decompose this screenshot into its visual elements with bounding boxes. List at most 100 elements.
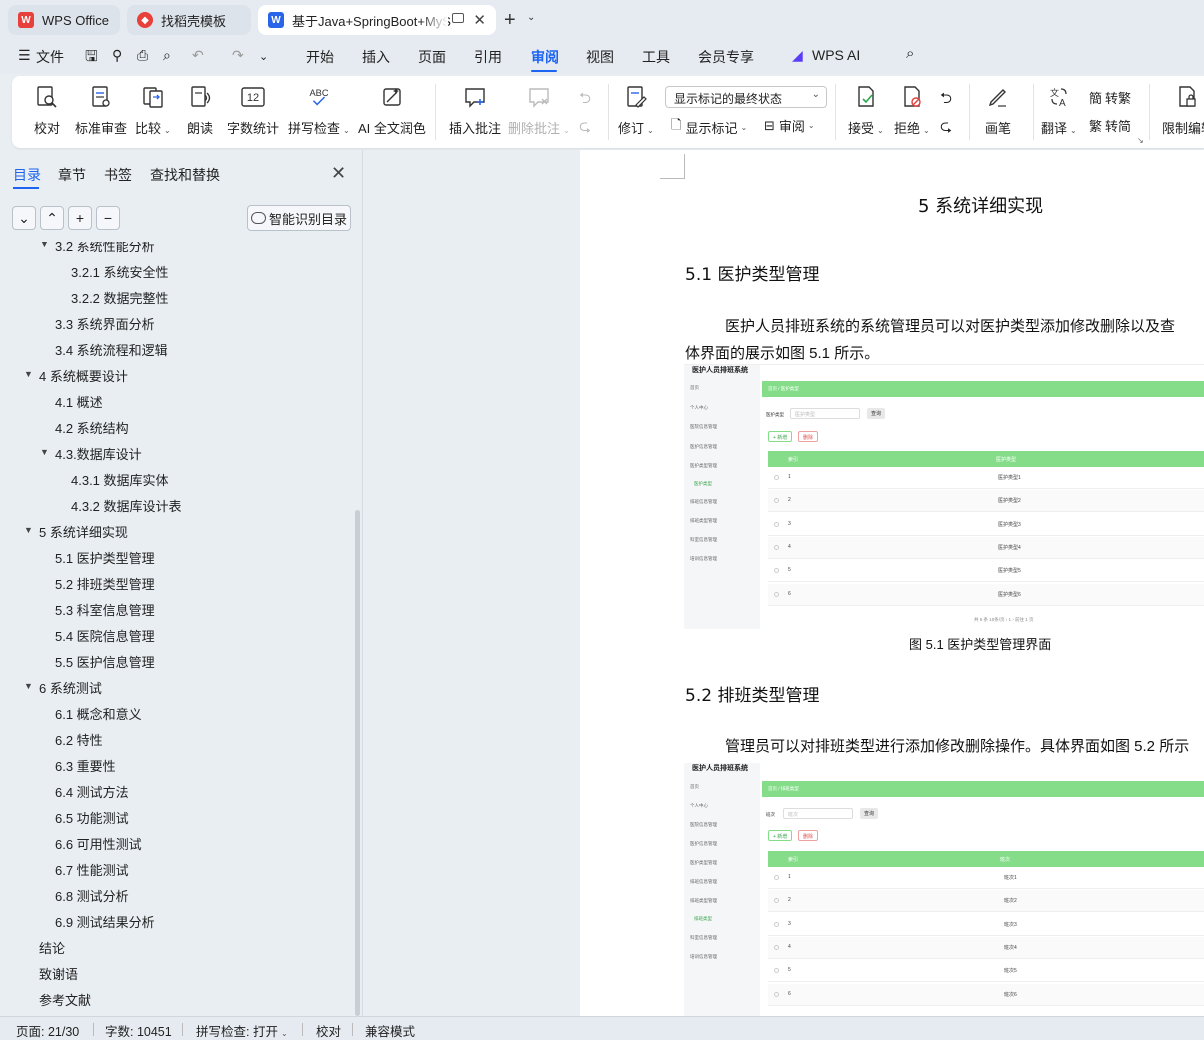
- close-pane-icon[interactable]: ✕: [331, 163, 346, 184]
- toc-item[interactable]: 6.8 测试分析: [55, 886, 129, 905]
- ai-polish-button[interactable]: AI 全文润色: [358, 84, 426, 137]
- toc-item[interactable]: 4.2 系统结构: [55, 418, 129, 437]
- tab-bookmarks[interactable]: 书签: [104, 165, 132, 185]
- search-icon[interactable]: ⌕: [906, 45, 914, 62]
- collapse-arrow-icon[interactable]: ▼: [24, 681, 33, 691]
- tab-toc[interactable]: 目录: [13, 165, 41, 185]
- to-traditional-button[interactable]: 簡 转繁: [1089, 88, 1131, 107]
- toc-item[interactable]: 5.1 医护类型管理: [55, 548, 155, 567]
- toc-item[interactable]: 6.2 特性: [55, 730, 103, 749]
- toc-item[interactable]: 3.2 系统性能分析: [55, 242, 155, 255]
- toc-item[interactable]: 参考文献: [39, 990, 91, 1009]
- compare-button[interactable]: 比较 ⌄: [135, 84, 171, 137]
- spell-check-status[interactable]: 拼写检查: 打开 ⌄: [196, 1021, 288, 1040]
- print-icon[interactable]: ⎙: [137, 47, 148, 64]
- chevron-down-icon[interactable]: ⌄: [527, 12, 535, 23]
- pane-scrollbar[interactable]: [355, 510, 360, 1016]
- tab-template[interactable]: ◆ 找稻壳模板: [127, 5, 251, 35]
- ribbon-expand-icon[interactable]: ↘: [1137, 136, 1144, 145]
- word-count-button[interactable]: 12 字数统计: [227, 84, 279, 137]
- menu-wps-ai[interactable]: WPS AI: [812, 47, 860, 63]
- proof-status[interactable]: 校对: [316, 1021, 341, 1040]
- toc-item[interactable]: 3.2.2 数据完整性: [71, 288, 169, 307]
- toc-item[interactable]: 5 系统详细实现: [39, 522, 128, 541]
- to-simplified-button[interactable]: 繁 转简: [1089, 116, 1131, 135]
- accept-button[interactable]: 接受 ⌄: [848, 84, 884, 137]
- toc-item[interactable]: 4.3.1 数据库实体: [71, 470, 169, 489]
- collapse-arrow-icon[interactable]: ▼: [40, 242, 49, 249]
- next-comment-icon[interactable]: ⮎: [579, 116, 591, 141]
- toc-item[interactable]: 5.3 科室信息管理: [55, 600, 155, 619]
- reject-button[interactable]: 拒绝 ⌄: [894, 84, 930, 137]
- markup-mode-select[interactable]: 显示标记的最终状态 ⌄: [665, 86, 827, 108]
- collapse-all-button[interactable]: ⌄: [12, 206, 36, 230]
- menu-review[interactable]: 审阅: [531, 47, 559, 67]
- print-preview-icon[interactable]: ⌕: [163, 47, 171, 64]
- toc-item[interactable]: 6.5 功能测试: [55, 808, 129, 827]
- toc-item[interactable]: 3.3 系统界面分析: [55, 314, 155, 333]
- menu-tools[interactable]: 工具: [642, 47, 670, 67]
- page-indicator[interactable]: 页面: 21/30: [16, 1021, 79, 1040]
- toc-item[interactable]: 6.9 测试结果分析: [55, 912, 155, 931]
- save-icon[interactable]: 🖫: [85, 46, 98, 71]
- delete-comment-button[interactable]: 删除批注 ⌄: [508, 84, 570, 137]
- toc-item[interactable]: 5.4 医院信息管理: [55, 626, 155, 645]
- show-markup-button[interactable]: 🗋 显示标记 ⌄: [671, 116, 747, 138]
- screen-icon[interactable]: [452, 13, 464, 23]
- menu-member[interactable]: 会员专享: [698, 47, 754, 67]
- next-change-icon[interactable]: ⮎: [940, 116, 952, 141]
- expand-up-button[interactable]: ⌃: [40, 206, 64, 230]
- redo-icon[interactable]: ↷: [232, 47, 244, 64]
- menu-insert[interactable]: 插入: [362, 47, 390, 67]
- smart-toc-button[interactable]: 智能识别目录: [247, 205, 351, 231]
- toc-item[interactable]: 6.1 概念和意义: [55, 704, 142, 723]
- format-painter-icon[interactable]: ⚲: [112, 47, 122, 64]
- document-page[interactable]: 5 系统详细实现 5.1 医护类型管理 医护人员排班系统的系统管理员可以对医护类…: [580, 150, 1204, 1016]
- menu-file[interactable]: 文件: [36, 47, 64, 67]
- proof-button[interactable]: 校对: [34, 84, 60, 137]
- toc-item[interactable]: 5.2 排班类型管理: [55, 574, 155, 593]
- toc-item[interactable]: 3.4 系统流程和逻辑: [55, 340, 168, 359]
- review-pane-button[interactable]: ⊟ 审阅 ⌄: [764, 116, 815, 135]
- translate-button[interactable]: 文A 翻译 ⌄: [1041, 84, 1077, 137]
- toc-item[interactable]: 结论: [39, 938, 65, 957]
- toc-item[interactable]: 4.3.数据库设计: [55, 444, 142, 463]
- standard-review-button[interactable]: 标准审查: [75, 84, 127, 137]
- restrict-edit-button[interactable]: 限制编辑: [1162, 84, 1204, 137]
- collapse-arrow-icon[interactable]: ▼: [24, 369, 33, 379]
- insert-comment-button[interactable]: 插入批注: [449, 84, 501, 137]
- quick-access-more-icon[interactable]: ⌄: [259, 50, 268, 63]
- toc-item[interactable]: 6.6 可用性测试: [55, 834, 142, 853]
- remove-heading-button[interactable]: −: [96, 206, 120, 230]
- word-count-indicator[interactable]: 字数: 10451: [105, 1021, 172, 1040]
- add-heading-button[interactable]: +: [68, 206, 92, 230]
- toc-item[interactable]: 4 系统概要设计: [39, 366, 128, 385]
- read-aloud-button[interactable]: 朗读: [187, 84, 213, 137]
- collapse-arrow-icon[interactable]: ▼: [24, 525, 33, 535]
- toc-item[interactable]: 4.1 概述: [55, 392, 103, 411]
- close-tab-icon[interactable]: ✕: [473, 11, 486, 29]
- toc-item[interactable]: 4.3.2 数据库设计表: [71, 496, 182, 515]
- toc-item[interactable]: 3.2.1 系统安全性: [71, 262, 169, 281]
- pen-button[interactable]: 画笔: [985, 84, 1011, 137]
- collapse-arrow-icon[interactable]: ▼: [40, 447, 49, 457]
- menu-reference[interactable]: 引用: [474, 47, 502, 67]
- menu-view[interactable]: 视图: [586, 47, 614, 67]
- track-changes-button[interactable]: 修订 ⌄: [618, 84, 654, 137]
- menu-page[interactable]: 页面: [418, 47, 446, 67]
- previous-comment-icon[interactable]: ⮌: [579, 88, 591, 113]
- spell-check-button[interactable]: ABC 拼写检查 ⌄: [288, 84, 350, 137]
- tab-wps-office[interactable]: W WPS Office: [8, 5, 120, 35]
- toc-item[interactable]: 5.5 医护信息管理: [55, 652, 155, 671]
- hamburger-icon[interactable]: ☰: [18, 47, 31, 64]
- previous-change-icon[interactable]: ⮌: [940, 88, 952, 113]
- toc-item[interactable]: 6.3 重要性: [55, 756, 116, 775]
- toc-item[interactable]: 6.4 测试方法: [55, 782, 129, 801]
- tab-find-replace[interactable]: 查找和替换: [150, 165, 220, 185]
- undo-icon[interactable]: ↶: [192, 47, 204, 64]
- toc-item[interactable]: 致谢语: [39, 964, 78, 983]
- new-tab-icon[interactable]: +: [504, 9, 516, 32]
- toc-item[interactable]: 6.7 性能测试: [55, 860, 129, 879]
- menu-home[interactable]: 开始: [306, 47, 334, 67]
- toc-item[interactable]: 6 系统测试: [39, 678, 102, 697]
